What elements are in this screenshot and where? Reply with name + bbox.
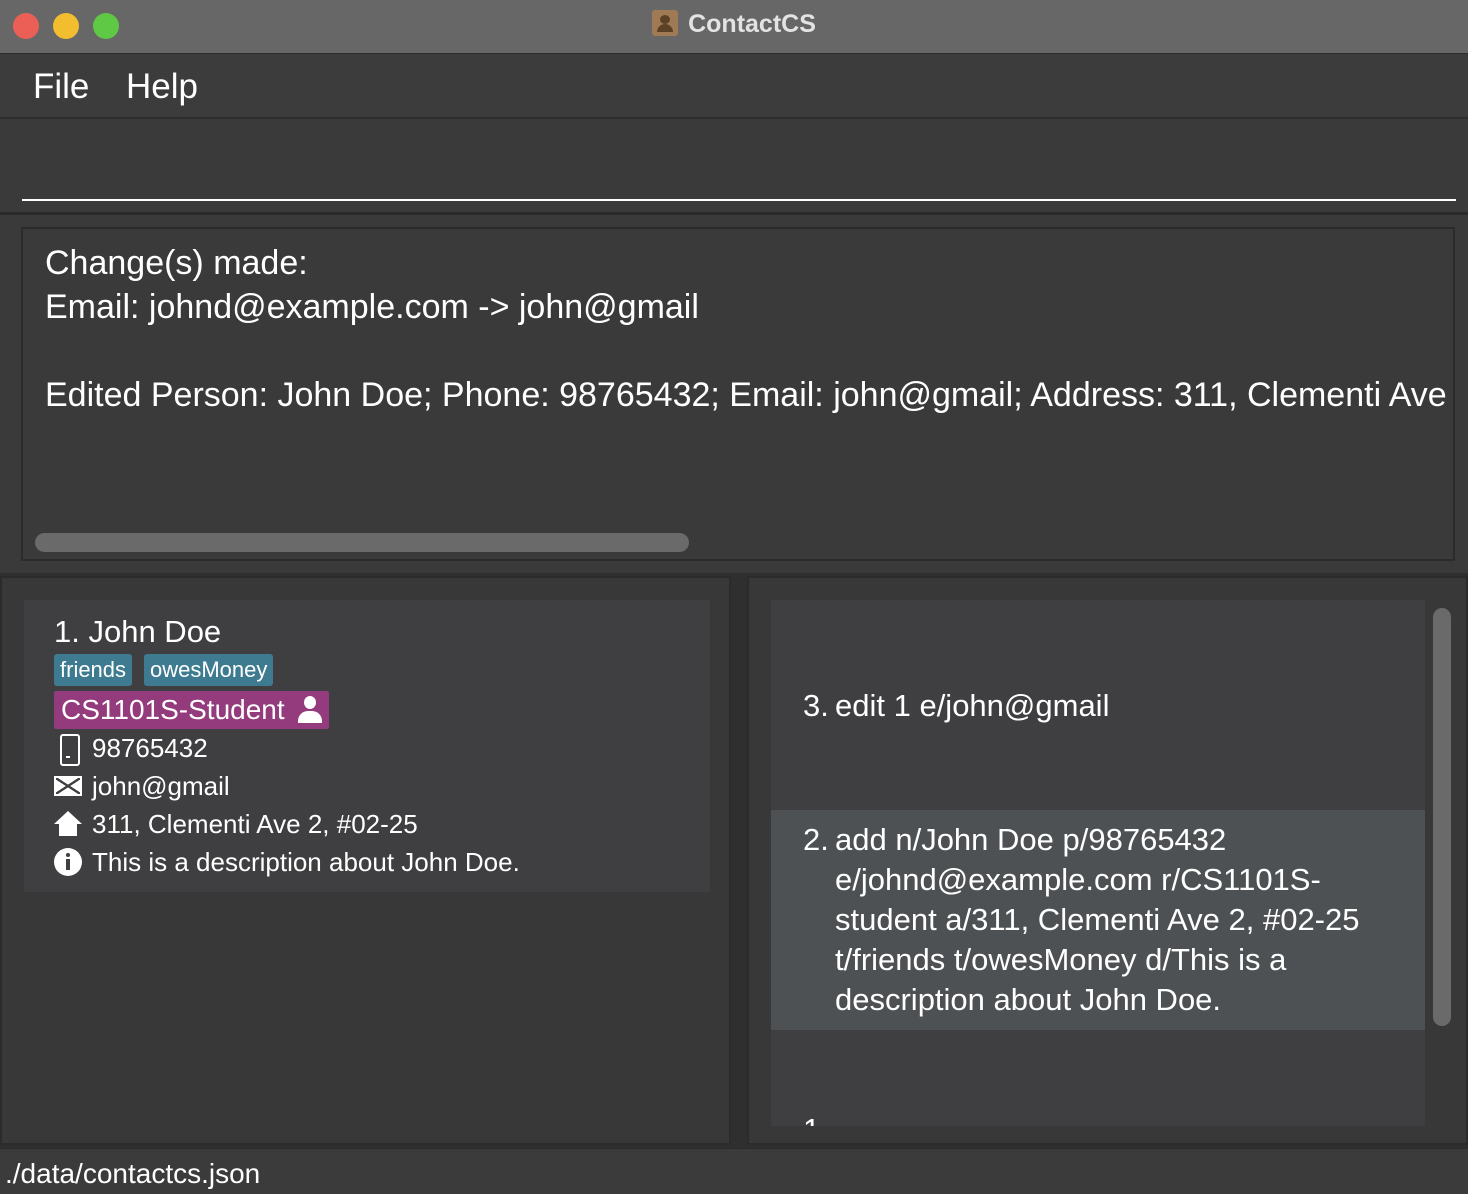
- person-name: 1. John Doe: [54, 614, 222, 649]
- envelope-icon: [54, 772, 82, 800]
- data-file-path: ./data/contactcs.json: [5, 1158, 261, 1189]
- info-icon: [54, 848, 82, 876]
- tag-owes-money: owesMoney: [144, 654, 274, 686]
- result-line-4: Edited Person: John Doe; Phone: 98765432…: [45, 376, 1455, 414]
- history-item[interactable]: 1.: [771, 1030, 1425, 1126]
- history-command: edit 1 e/john@gmail: [835, 688, 1110, 723]
- phone-icon: [54, 734, 82, 766]
- result-display: Change(s) made: Email: johnd@example.com …: [21, 227, 1455, 561]
- role-label: CS1101S-Student: [61, 694, 285, 725]
- description-value: This is a description about John Doe.: [92, 847, 520, 877]
- result-horizontal-scrollbar[interactable]: [35, 533, 689, 552]
- result-line-2: Email: johnd@example.com -> john@gmail: [45, 288, 699, 326]
- result-text: Change(s) made: Email: johnd@example.com …: [45, 241, 1455, 417]
- role-badge: CS1101S-Student: [54, 691, 329, 729]
- tag-friends: friends: [54, 654, 133, 686]
- history-index: 3.: [803, 688, 829, 723]
- person-icon: [297, 696, 323, 724]
- email-value: john@gmail: [92, 771, 230, 801]
- menu-file[interactable]: File: [33, 67, 89, 107]
- status-bar: ./data/contactcs.json: [0, 1148, 1468, 1194]
- command-input[interactable]: [22, 121, 1456, 201]
- contacts-book-icon: [652, 10, 679, 36]
- window-title-container: ContactCS: [0, 10, 1468, 39]
- result-line-3: [45, 329, 1453, 373]
- history-index: 1.: [803, 1110, 829, 1126]
- history-item[interactable]: 3. edit 1 e/john@gmail: [771, 600, 1425, 810]
- command-box: [0, 121, 1468, 215]
- home-icon: [54, 810, 82, 838]
- address-value: 311, Clementi Ave 2, #02-25: [92, 809, 418, 839]
- result-line-1: Change(s) made:: [45, 244, 308, 282]
- person-list-panel: 1. John Doe friends owesMoney CS1101S-St…: [0, 576, 731, 1145]
- menu-bar: File Help: [0, 55, 1468, 119]
- history-vertical-scrollbar[interactable]: [1433, 608, 1451, 1026]
- person-card[interactable]: 1. John Doe friends owesMoney CS1101S-St…: [24, 600, 710, 892]
- history-command: add n/John Doe p/98765432 e/johnd@exampl…: [835, 822, 1360, 1017]
- history-item-selected[interactable]: 2. add n/John Doe p/98765432 e/johnd@exa…: [771, 810, 1425, 1030]
- menu-help[interactable]: Help: [126, 67, 198, 107]
- command-history-panel: 3. edit 1 e/john@gmail 2. add n/John Doe…: [747, 576, 1468, 1145]
- title-bar: ContactCS: [0, 0, 1468, 54]
- window-title: ContactCS: [688, 10, 816, 38]
- phone-value: 98765432: [92, 733, 208, 763]
- history-index: 2.: [803, 822, 829, 857]
